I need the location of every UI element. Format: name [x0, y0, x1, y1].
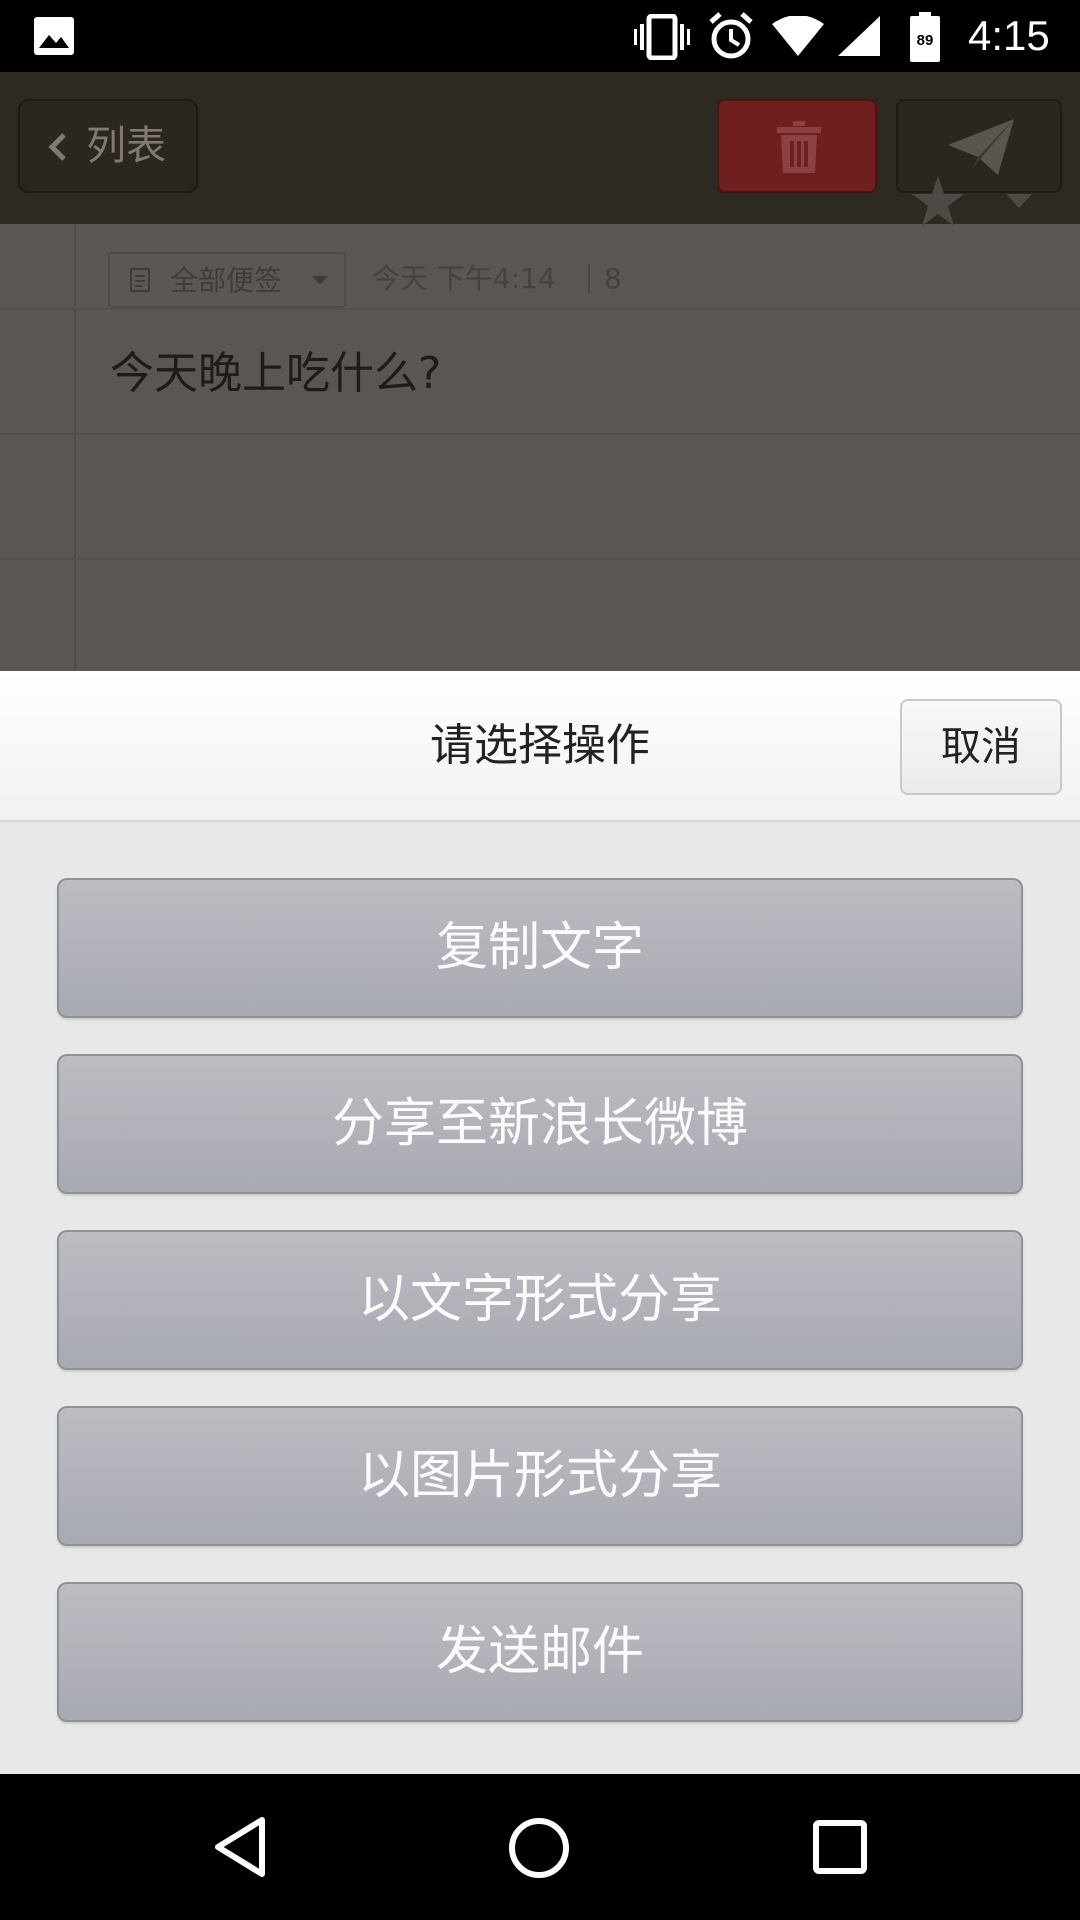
status-bar: 89 4:15 [0, 0, 1080, 72]
clock: 4:15 [968, 12, 1050, 59]
recents-square-icon[interactable] [812, 1819, 868, 1875]
home-circle-icon[interactable] [508, 1817, 570, 1879]
more-options-caret-icon[interactable] [1006, 194, 1032, 208]
star-icon[interactable] [912, 176, 964, 226]
action-sheet: 请选择操作 取消 复制文字 分享至新浪长微博 以文字形式分享 以图片形式分享 发… [0, 671, 1080, 1774]
cancel-button[interactable]: 取消 [900, 699, 1062, 795]
note-body: 全部便签 今天 下午4:14 8 今天晚上吃什么? [0, 224, 1080, 671]
back-to-list-button[interactable]: 列表 [18, 99, 198, 193]
share-as-text-button[interactable]: 以文字形式分享 [57, 1230, 1023, 1370]
send-email-button[interactable]: 发送邮件 [57, 1582, 1023, 1722]
navigation-bar [0, 1774, 1080, 1920]
action-sheet-header: 请选择操作 取消 [0, 671, 1080, 822]
note-rule-line [0, 308, 1080, 310]
vibrate-icon [634, 14, 690, 60]
back-button-label: 列表 [86, 123, 166, 169]
share-as-image-button[interactable]: 以图片形式分享 [57, 1406, 1023, 1546]
note-text[interactable]: 今天晚上吃什么? [110, 346, 441, 402]
signal-icon [838, 16, 880, 56]
alarm-icon [709, 12, 753, 59]
delete-button[interactable] [717, 99, 877, 193]
note-editor-background: 列表 全部便签 今天 下午4:14 8 今天晚上吃什么? [0, 72, 1080, 671]
category-dropdown[interactable]: 全部便签 [108, 252, 346, 308]
trash-icon [777, 121, 821, 173]
gallery-icon [34, 17, 74, 55]
chevron-left-icon [48, 133, 66, 161]
back-triangle-icon[interactable] [212, 1816, 268, 1878]
note-rule-line [0, 558, 1080, 560]
document-icon [130, 268, 150, 292]
note-rule-line [0, 433, 1080, 435]
char-count: 8 [604, 262, 622, 295]
caret-down-icon [312, 276, 328, 285]
battery-icon: 89 [910, 12, 940, 62]
note-margin [0, 224, 76, 671]
wifi-icon [772, 16, 824, 56]
send-icon [948, 119, 1014, 175]
divider [588, 264, 590, 294]
share-weibo-button[interactable]: 分享至新浪长微博 [57, 1054, 1023, 1194]
note-date: 今天 下午4:14 [372, 262, 556, 295]
category-label: 全部便签 [170, 264, 283, 297]
copy-text-button[interactable]: 复制文字 [57, 878, 1023, 1018]
battery-level: 89 [917, 32, 934, 49]
